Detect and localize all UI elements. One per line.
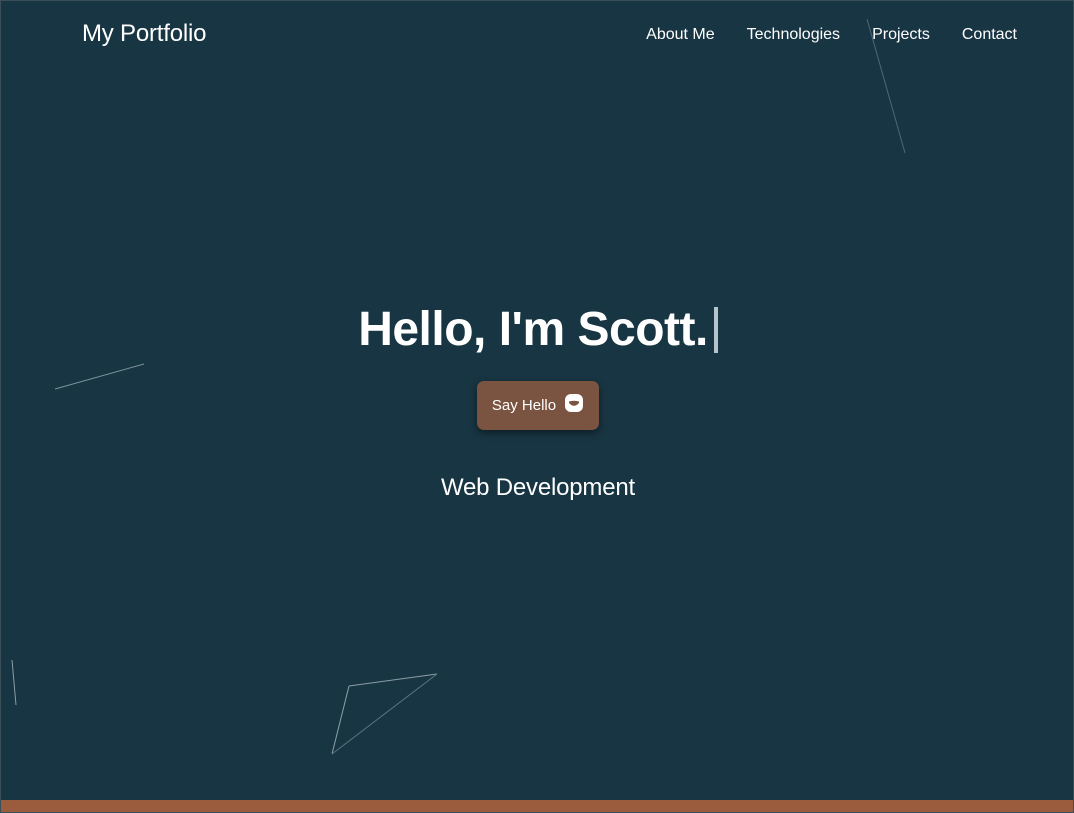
particle-line	[331, 685, 350, 755]
chat-icon	[564, 393, 584, 413]
particle-line	[331, 673, 438, 755]
brand-logo-link[interactable]: My Portfolio	[82, 20, 207, 48]
nav-link-about-me[interactable]: About Me	[646, 26, 714, 44]
nav-link-technologies[interactable]: Technologies	[747, 26, 840, 44]
hero-section: Hello, I'm Scott. Say Hello Web Developm…	[1, 291, 1073, 502]
particle-line	[11, 659, 17, 706]
nav-links: About Me Technologies Projects Contact	[646, 26, 1017, 44]
say-hello-label: Say Hello	[491, 397, 557, 414]
hero-heading: Hello, I'm Scott.	[358, 291, 718, 369]
top-navbar: My Portfolio About Me Technologies Proje…	[1, 1, 1073, 71]
hero-subtitle: Web Development	[441, 474, 635, 501]
nav-link-projects[interactable]: Projects	[872, 26, 930, 44]
cta-wrapper: Say Hello	[1, 381, 1073, 430]
hero-heading-text: Hello, I'm Scott.	[358, 303, 708, 356]
nav-link-contact[interactable]: Contact	[962, 26, 1017, 44]
particle-line	[348, 673, 438, 687]
typing-cursor	[713, 307, 718, 353]
footer-accent-bar	[1, 800, 1073, 812]
say-hello-button[interactable]: Say Hello	[476, 381, 600, 430]
page: My Portfolio About Me Technologies Proje…	[0, 0, 1074, 813]
